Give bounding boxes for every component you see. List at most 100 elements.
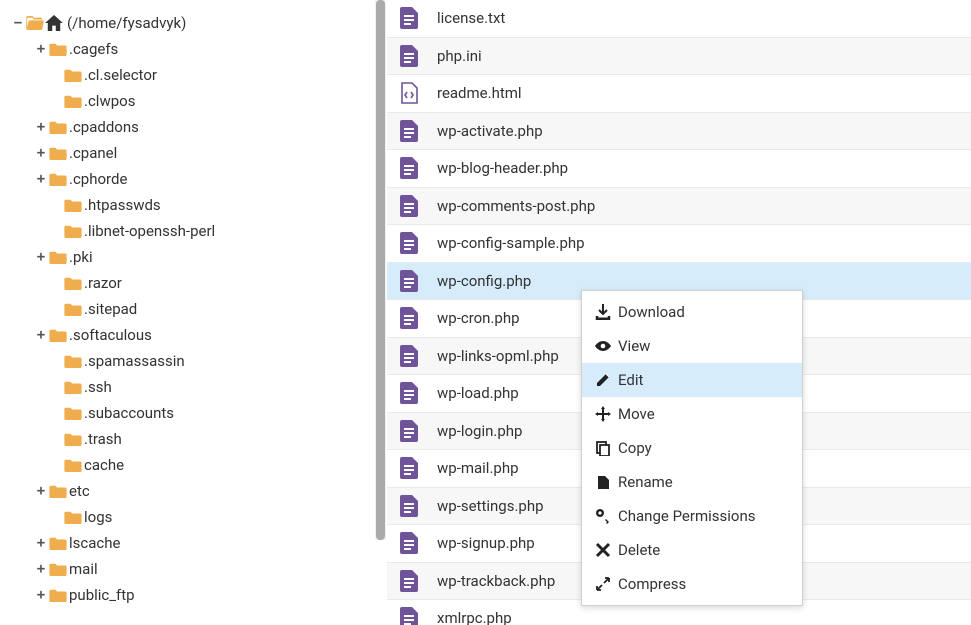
menu-item-label: Edit [618,371,643,389]
expand-icon[interactable]: + [33,119,49,135]
tree-item[interactable]: +.clwpos [0,88,375,114]
folder-icon [49,250,67,264]
tree-item[interactable]: + lscache [0,530,375,556]
tree-item[interactable]: +.pki [0,244,375,270]
tree-item-label: logs [84,508,112,526]
tree-item[interactable]: +.spamassassin [0,348,375,374]
tree-item-label: .htpasswds [84,196,161,214]
tree-item[interactable]: +.trash [0,426,375,452]
tree-item[interactable]: +.razor [0,270,375,296]
menu-item-copy[interactable]: Copy [582,431,802,465]
folder-icon [64,68,82,82]
file-row[interactable]: wp-activate.php [387,113,971,151]
tree-item-label: public_ftp [69,586,135,604]
tree-item[interactable]: +.htpasswds [0,192,375,218]
file-row[interactable]: readme.html [387,75,971,113]
menu-item-move[interactable]: Move [582,397,802,431]
tree-item-label: .razor [84,274,122,292]
file-row[interactable]: wp-config-sample.php [387,225,971,263]
tree-item-label: .trash [84,430,122,448]
expand-icon[interactable]: + [33,327,49,343]
expand-icon[interactable]: + [33,249,49,265]
folder-icon [49,120,67,134]
tree-item-label: .cphorde [69,170,127,188]
menu-item-label: Move [618,405,655,423]
expand-icon[interactable]: + [33,483,49,499]
tree-item[interactable]: +mail [0,556,375,582]
expand-icon[interactable]: + [33,41,49,57]
menu-item-label: Copy [618,439,652,457]
collapse-icon[interactable]: − [10,15,26,31]
rename-icon [594,473,612,491]
tree-item[interactable]: + .cpanel [0,140,375,166]
folder-icon [64,276,82,290]
expand-icon[interactable]: + [33,535,49,551]
expand-icon[interactable]: + [33,145,49,161]
expand-icon[interactable]: + [33,587,49,603]
compress-icon [594,575,612,593]
tree-item[interactable]: + .cpaddons [0,114,375,140]
menu-item-delete[interactable]: Delete [582,533,802,567]
folder-icon [64,94,82,108]
folder-icon [49,172,67,186]
code-file-icon [399,81,419,105]
folder-icon [49,484,67,498]
tree-item[interactable]: +.libnet-openssh-perl [0,218,375,244]
file-name-label: wp-settings.php [437,497,544,515]
file-name-label: wp-login.php [437,422,522,440]
folder-icon [49,328,67,342]
tree-item[interactable]: +logs [0,504,375,530]
tree-item-label: .cpanel [69,144,117,162]
tree-item-label: etc [69,482,90,500]
document-file-icon [399,494,419,518]
file-row[interactable]: wp-comments-post.php [387,188,971,226]
tree-item[interactable]: +cache [0,452,375,478]
context-menu: DownloadView Edit Move Copy Rename Change Per… [581,290,803,606]
document-file-icon [399,231,419,255]
file-name-label: license.txt [437,9,505,27]
expand-icon[interactable]: + [33,561,49,577]
folder-open-icon [26,16,44,30]
document-file-icon [399,569,419,593]
menu-item-perms[interactable]: Change Permissions [582,499,802,533]
file-row[interactable]: license.txt [387,0,971,38]
file-row[interactable]: wp-blog-header.php [387,150,971,188]
file-name-label: wp-trackback.php [437,572,555,590]
tree-item[interactable]: + .cphorde [0,166,375,192]
tree-item-label: .cpaddons [69,118,139,136]
tree-item[interactable]: +.softaculous [0,322,375,348]
file-name-label: wp-cron.php [437,309,520,327]
file-name-label: wp-config-sample.php [437,234,585,252]
tree-item-label: .subaccounts [84,404,174,422]
tree-item[interactable]: +.sitepad [0,296,375,322]
file-name-label: readme.html [437,84,522,102]
menu-item-edit[interactable]: Edit [582,363,802,397]
expand-icon[interactable]: + [33,171,49,187]
tree-item[interactable]: +.cagefs [0,36,375,62]
file-row[interactable]: php.ini [387,38,971,76]
document-file-icon [399,344,419,368]
menu-item-compress[interactable]: Compress [582,567,802,601]
download-icon [594,303,612,321]
tree-item[interactable]: +.cl.selector [0,62,375,88]
tree-item-label: .libnet-openssh-perl [84,222,215,240]
document-file-icon [399,606,419,625]
scrollbar-thumb[interactable] [376,0,385,540]
menu-item-view[interactable]: View [582,329,802,363]
tree-item[interactable]: + etc [0,478,375,504]
move-icon [594,405,612,423]
menu-item-download[interactable]: Download [582,295,802,329]
tree-item-label: lscache [69,534,120,552]
view-icon [594,337,612,355]
tree-root-row[interactable]: − (/home/fysadvyk) [0,10,375,36]
menu-item-rename[interactable]: Rename [582,465,802,499]
tree-item[interactable]: +.ssh [0,374,375,400]
document-file-icon [399,381,419,405]
folder-icon [64,354,82,368]
vertical-scrollbar[interactable] [375,0,386,540]
tree-item[interactable]: + public_ftp [0,582,375,608]
folder-icon [49,42,67,56]
tree-item[interactable]: +.subaccounts [0,400,375,426]
menu-item-label: Change Permissions [618,507,755,525]
file-name-label: wp-load.php [437,384,519,402]
